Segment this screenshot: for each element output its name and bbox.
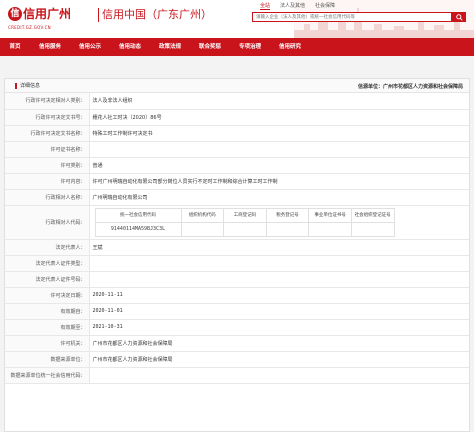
code-header: 事业单位证书号 [308,207,352,223]
row-label: 行政许可决定文书名称： [5,125,90,142]
row-value: 许可广州明瑞自动化有限公司部分岗位人员实行不定时工作制和综合计算工时工作制 [89,173,469,190]
nav-policy[interactable]: 政策法规 [150,38,190,56]
table-row: 行政许可决定文书名称： 特殊工时工作制许可决定书 [5,125,469,142]
row-value: 广州市花都区人力资源和社会保障局 [89,335,469,352]
row-value: 王斌 [89,239,469,256]
logo-subtitle: CREDIT.GZ.GOV.CN [8,25,51,30]
row-value [89,141,469,158]
row-value [89,367,469,384]
row-label: 许可内容： [5,173,90,190]
site-name: 信用中国（广东广州） [102,8,212,21]
search-input[interactable] [253,13,443,21]
code-cell: 统一社会信用代码 组织机构代码 工商登记码 税务登记号 事业单位证书号 社会组织… [89,205,469,240]
code-header: 税务登记号 [265,207,310,223]
search-icon [455,13,463,21]
nav-home[interactable]: 首页 [0,38,30,56]
nav-rewards-punish[interactable]: 联合奖惩 [190,38,230,56]
search-box [252,12,452,22]
credit-code-value: 91440114MA59BJ3C3L [94,221,182,237]
row-label: 法定代表人证件号码： [5,271,90,288]
code-header: 工商登记码 [223,207,267,223]
table-row: 许可类别： 普通 [5,157,469,174]
search-scope-tabs: 全站 法人及其他 社会保障 [260,2,335,10]
table-row: 行政许可决定相对人类别： 法人及非法人组织 [5,93,469,110]
table-row: 许可证书名称： [5,141,469,158]
row-label: 行政许可决定文书号： [5,109,90,126]
row-label: 行政相对人名称： [5,189,90,206]
detail-panel: 详细信息 信源单位：广州市花都区人力资源和社会保障局 行政许可决定相对人类别：法… [4,78,470,432]
source-unit: 信源单位：广州市花都区人力资源和社会保障局 [357,84,463,90]
table-row: 有效期自： 2020-11-01 [5,303,469,320]
nav-credit-public[interactable]: 信用公示 [70,38,110,56]
logo-icon[interactable]: 信 [8,7,22,21]
code-value [265,221,310,237]
search-button[interactable] [452,12,466,22]
table-row: 行政许可决定文书号： 穗花人社工时决（2020）86号 [5,109,469,126]
row-label: 法定代表人证件类型： [5,255,90,272]
table-row: 行政相对人名称： 广州明瑞自动化有限公司 [5,189,469,206]
row-value [89,255,469,272]
table-row: 数据来源单位统一社会信用代码： [5,367,469,384]
row-label: 行政相对人代码： [5,205,90,240]
code-header: 统一社会信用代码 [94,207,182,223]
panel-title: 详细信息 [15,83,40,89]
row-label: 许可决定日期： [5,287,90,304]
table-row: 有效期至： 2021-10-31 [5,319,469,336]
row-value: 广州市花都区人力资源和社会保障局 [89,351,469,368]
table-row: 法定代表人证件号码： [5,271,469,288]
site-header: 信 信用广州 CREDIT.GZ.GOV.CN 信用中国（广东广州） 全站 法人… [0,0,474,38]
code-value [350,221,395,237]
logo-text[interactable]: 信用广州 [23,5,71,22]
code-value [223,221,267,237]
row-value: 普通 [89,157,469,174]
table-row: 数据来源单位： 广州市花都区人力资源和社会保障局 [5,351,469,368]
code-header: 社会组织登记证号 [350,207,395,223]
row-value [89,271,469,288]
row-label: 有效期自： [5,303,90,320]
row-value: 2020-11-01 [89,303,469,320]
panel-header: 详细信息 信源单位：广州市花都区人力资源和社会保障局 [5,79,469,93]
search-tab-all[interactable]: 全站 [260,2,271,10]
table-row: 行政相对人代码： 统一社会信用代码 组织机构代码 工商登记码 税务登记号 事业单… [5,205,469,240]
code-header: 组织机构代码 [180,207,225,223]
row-value: 穗花人社工时决（2020）86号 [89,109,469,126]
detail-table: 行政许可决定相对人类别： 法人及非法人组织 行政许可决定文书号： 穗花人社工时决（2… [5,93,469,384]
table-row: 许可内容： 许可广州明瑞自动化有限公司部分岗位人员实行不定时工作制和综合计算工时工… [5,173,469,190]
code-value [180,221,225,237]
search-tab-social[interactable]: 社会保障 [315,2,335,10]
table-row: 法定代表人证件类型： [5,255,469,272]
row-label: 数据来源单位统一社会信用代码： [5,367,90,384]
row-value: 2020-11-11 [89,287,469,304]
nav-credit-service[interactable]: 信用服务 [30,38,70,56]
row-value: 法人及非法人组织 [89,93,469,110]
row-value: 特殊工时工作制许可决定书 [89,125,469,142]
row-label: 许可类别： [5,157,90,174]
code-value [308,221,352,237]
code-table: 统一社会信用代码 组织机构代码 工商登记码 税务登记号 事业单位证书号 社会组织… [94,207,395,237]
table-row: 许可决定日期： 2020-11-11 [5,287,469,304]
row-label: 数据来源单位： [5,351,90,368]
nav-credit-research[interactable]: 信用研究 [270,38,310,56]
row-label: 许可机关： [5,335,90,352]
row-label: 法定代表人： [5,239,90,256]
row-label: 有效期至： [5,319,90,336]
logo-divider [98,8,99,22]
row-label: 行政许可决定相对人类别： [5,93,90,110]
table-row: 法定代表人： 王斌 [5,239,469,256]
row-value: 广州明瑞自动化有限公司 [89,189,469,206]
table-row: 许可机关： 广州市花都区人力资源和社会保障局 [5,335,469,352]
row-value: 2021-10-31 [89,319,469,336]
main-nav: 首页 信用服务 信用公示 信用动态 政策法规 联合奖惩 专项治理 信用研究 [0,38,474,56]
nav-special-governance[interactable]: 专项治理 [230,38,270,56]
search-tab-legal[interactable]: 法人及其他 [280,2,305,10]
row-label: 许可证书名称： [5,141,90,158]
nav-credit-news[interactable]: 信用动态 [110,38,150,56]
